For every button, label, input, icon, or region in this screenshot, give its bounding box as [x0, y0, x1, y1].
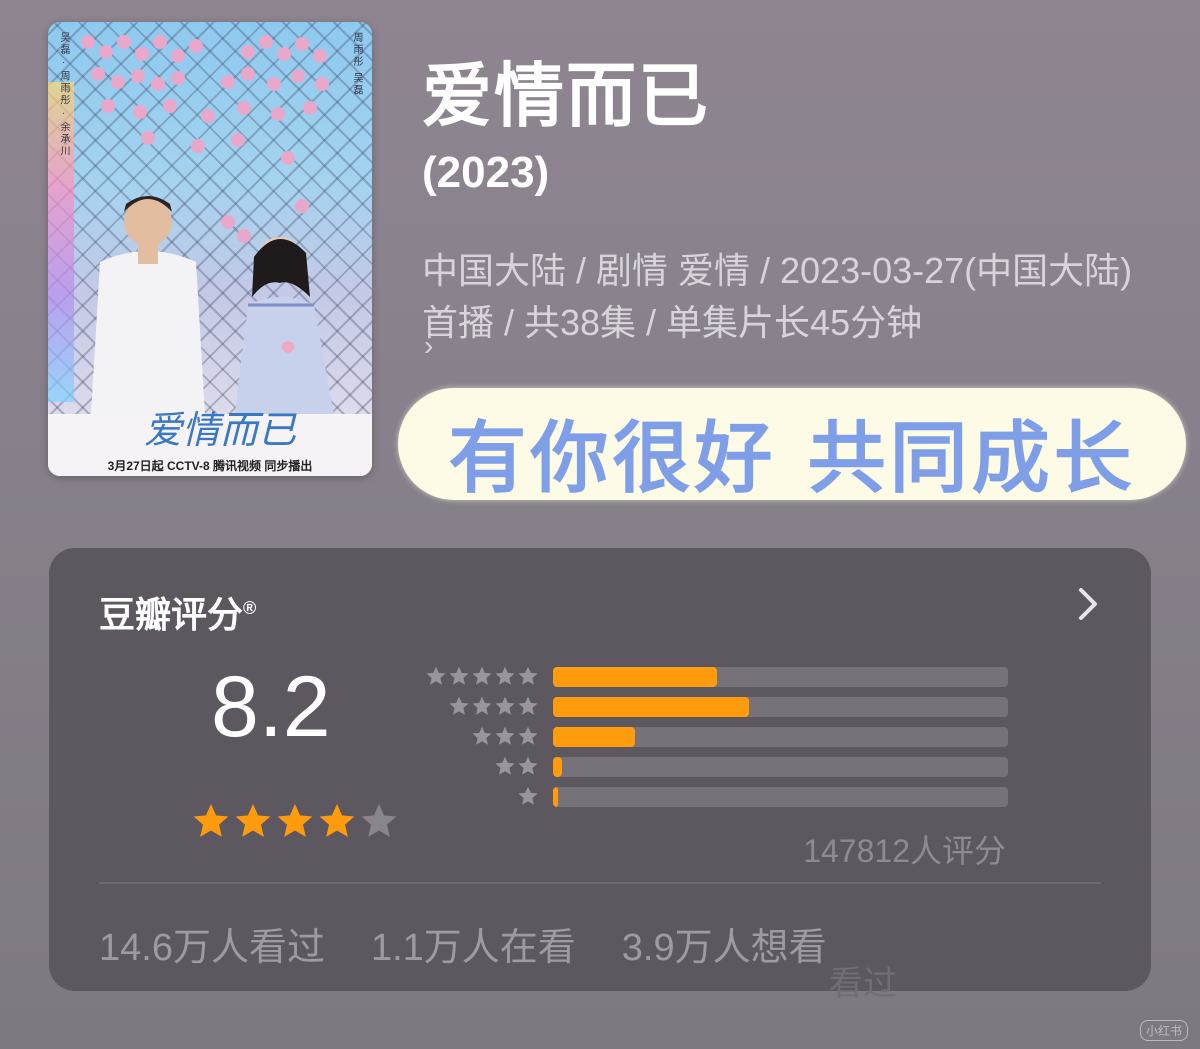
rating-count: 147812人评分: [803, 833, 1006, 869]
drama-title: 爱情而已: [422, 57, 710, 135]
stat-watched[interactable]: 14.6万人看过: [99, 916, 325, 971]
watch-stats: 14.6万人看过 1.1万人在看 3.9万人想看: [99, 916, 827, 971]
caption-sticker-text: 有你很好 共同成长: [448, 414, 1136, 504]
distribution-row-2-star: [424, 755, 1014, 777]
star-icon: [495, 756, 515, 775]
poster-cast-right: 周雨彤 吴磊: [351, 32, 362, 97]
distribution-bar-fill: [553, 667, 717, 687]
rating-card-title: 豆瓣评分®: [99, 586, 256, 638]
distribution-row-1-star: [424, 785, 1014, 807]
distribution-bar-fill: [553, 787, 558, 807]
distribution-row-5-star: [424, 665, 1014, 687]
star-icon: [472, 696, 492, 715]
distribution-stars: [448, 695, 539, 717]
poster-release-text: 3月27日起 CCTV-8 腾讯视频 同步播出: [107, 459, 313, 473]
star-icon: [518, 786, 538, 805]
star-icon: [472, 666, 492, 685]
star-icon: [449, 696, 469, 715]
star-icon: [472, 726, 492, 745]
distribution-bar-fill: [553, 757, 563, 777]
registered-mark: ®: [243, 598, 257, 618]
rating-stars: [191, 801, 399, 841]
poster-cast-left: 吴磊 · 周雨彤 · 余承川: [58, 32, 69, 158]
star-icon: [518, 696, 538, 715]
distribution-bar-track: [553, 757, 1008, 777]
distribution-bar-track: [553, 727, 1008, 747]
star-icon: [495, 726, 515, 745]
watched-ghost-button[interactable]: 看过: [829, 956, 897, 1005]
rating-card[interactable]: 豆瓣评分® 8.2 147812人评分 14.6万人看过 1.1万人在看 3.9…: [49, 548, 1151, 1003]
distribution-row-4-star: [424, 695, 1014, 717]
distribution-bar-track: [553, 697, 1008, 717]
distribution-bar-fill: [553, 727, 635, 747]
drama-year: (2023): [422, 148, 550, 197]
distribution-bar-track: [553, 667, 1008, 687]
rating-source-label: 豆瓣评分: [99, 594, 244, 635]
star-icon: [495, 666, 515, 685]
distribution-stars: [471, 725, 539, 747]
watermark: 小红书: [1139, 1020, 1188, 1041]
poster-image[interactable]: 吴磊 · 周雨彤 · 余承川 周雨彤 吴磊 爱情而已 3月27日起 CCTV-8…: [48, 22, 372, 476]
star-icon: [495, 696, 515, 715]
distribution-stars: [425, 665, 539, 687]
star-icon: [449, 666, 469, 685]
drama-meta[interactable]: 中国大陆 / 剧情 爱情 / 2023-03-27(中国大陆)首播 / 共38集…: [422, 245, 1152, 349]
distribution-bar-track: [553, 787, 1008, 807]
star-icon: [518, 666, 538, 685]
star-icon: [518, 726, 538, 745]
distribution-stars: [494, 755, 539, 777]
distribution-row-3-star: [424, 725, 1014, 747]
distribution-stars: [517, 785, 539, 807]
distribution-bar-fill: [553, 697, 749, 717]
card-divider: [99, 882, 1101, 884]
stat-watching[interactable]: 1.1万人在看: [371, 916, 576, 971]
caption-sticker: 有你很好 共同成长: [398, 388, 1186, 504]
star-filled-icon: [319, 804, 355, 837]
stat-want-to-watch[interactable]: 3.9万人想看: [622, 916, 827, 971]
star-filled-icon: [277, 804, 313, 837]
star-icon: [518, 756, 538, 775]
star-filled-icon: [193, 804, 229, 837]
star-empty-icon: [361, 804, 397, 837]
rating-score: 8.2: [211, 659, 331, 755]
poster-logo: 爱情而已: [144, 408, 297, 452]
meta-chevron-icon[interactable]: ›: [424, 330, 433, 362]
chevron-right-icon[interactable]: [1077, 584, 1099, 624]
poster-actor: [90, 196, 206, 432]
star-filled-icon: [235, 804, 271, 837]
star-icon: [426, 666, 446, 685]
